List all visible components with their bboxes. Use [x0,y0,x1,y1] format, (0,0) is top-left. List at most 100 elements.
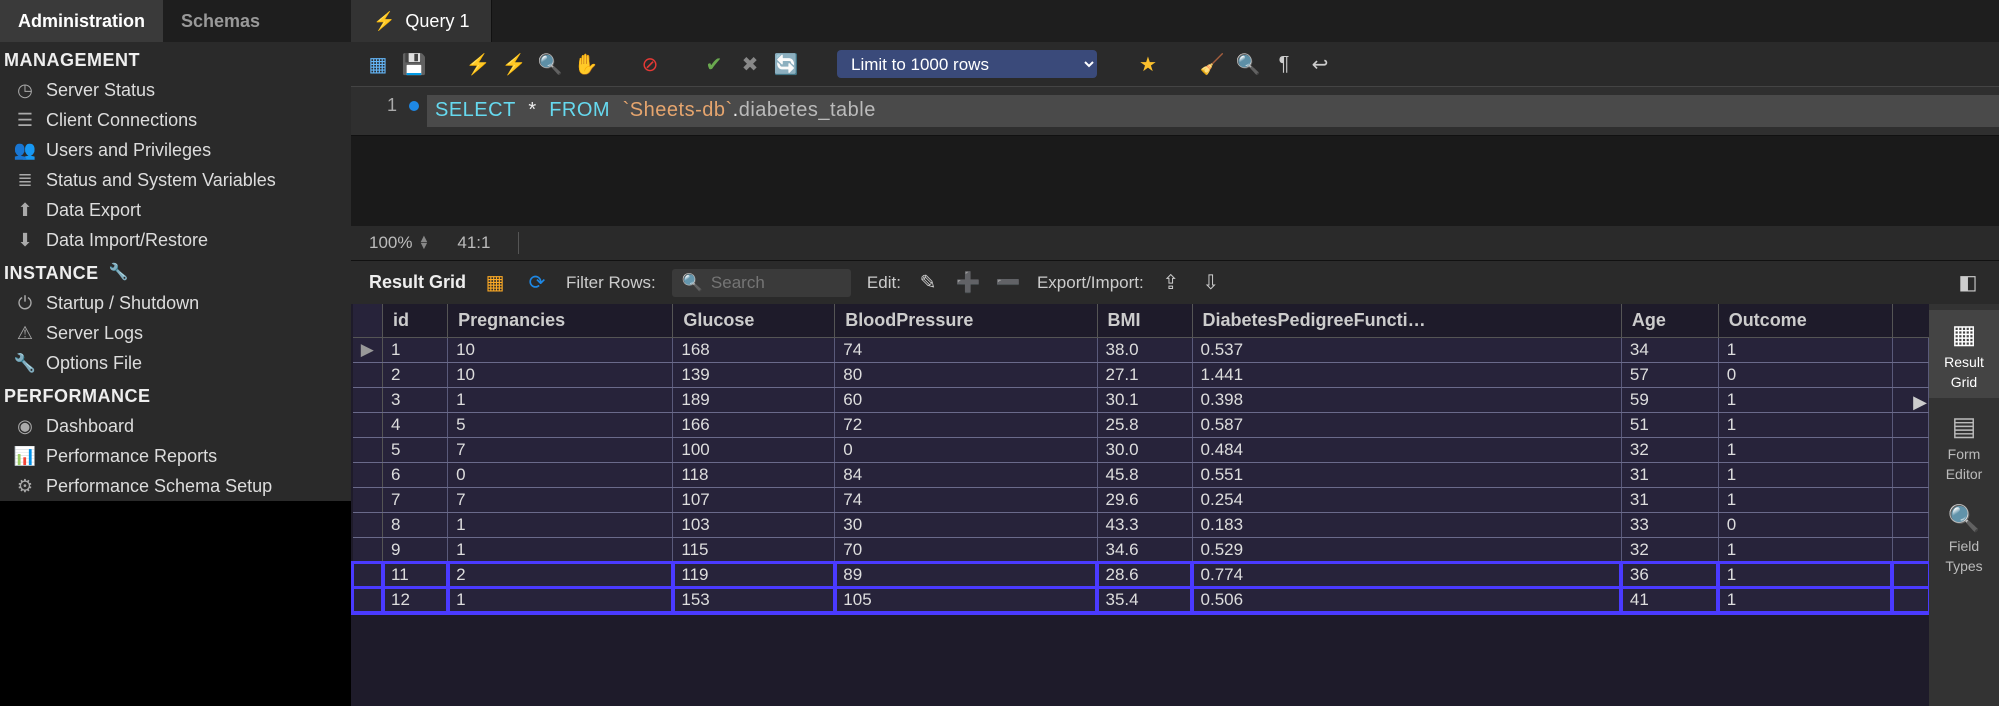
table-row[interactable]: 601188445.80.551311 [353,463,1929,488]
cell[interactable]: 8 [383,513,448,538]
table-row[interactable]: 57100030.00.484321 [353,438,1929,463]
column-header[interactable]: Age [1621,304,1718,338]
sidebar-item[interactable]: 📊Performance Reports [0,441,351,471]
wrap-icon[interactable]: ↩ [1307,51,1333,77]
commit-icon[interactable]: ✔ [701,51,727,77]
cell[interactable]: 0 [448,463,673,488]
column-header[interactable]: Pregnancies [448,304,673,338]
cell[interactable]: 36 [1621,563,1718,588]
cell[interactable]: 70 [835,538,1097,563]
cell[interactable]: 107 [673,488,835,513]
find-icon[interactable]: 🔍 [1235,51,1261,77]
cell[interactable]: 89 [835,563,1097,588]
edit-row-icon[interactable]: ✎ [915,270,941,296]
cell[interactable]: 3 [383,388,448,413]
refresh-icon[interactable]: ⟳ [524,270,550,296]
cell[interactable]: 59 [1621,388,1718,413]
cell[interactable]: 30.1 [1097,388,1192,413]
cell[interactable]: 72 [835,413,1097,438]
cell[interactable]: 1 [1718,488,1892,513]
cell[interactable]: 1 [1718,588,1892,613]
sidebar-item[interactable]: ☰Client Connections [0,105,351,135]
sidebar-item[interactable]: ≣Status and System Variables [0,165,351,195]
panel-toggle-icon[interactable]: ◧ [1955,270,1981,296]
expand-handle-icon[interactable]: ▶ [1913,392,1927,413]
column-header[interactable]: DiabetesPedigreeFuncti… [1192,304,1621,338]
cell[interactable]: 2 [448,563,673,588]
cell[interactable]: 0.551 [1192,463,1621,488]
sidebar-item[interactable]: ⚠Server Logs [0,318,351,348]
cell[interactable]: 0.774 [1192,563,1621,588]
cell[interactable]: 7 [383,488,448,513]
cell[interactable]: 0 [1718,513,1892,538]
cell[interactable]: 32 [1621,538,1718,563]
cell[interactable]: 0.506 [1192,588,1621,613]
cell[interactable]: 31 [1621,463,1718,488]
tab-schemas[interactable]: Schemas [163,0,278,42]
row-indicator[interactable] [353,338,383,363]
cell[interactable]: 80 [835,363,1097,388]
cell[interactable]: 1 [448,588,673,613]
column-header[interactable]: BMI [1097,304,1192,338]
cell[interactable]: 30 [835,513,1097,538]
cell[interactable]: 0.254 [1192,488,1621,513]
row-limit-select[interactable]: Limit to 1000 rows [837,50,1097,78]
cell[interactable]: 51 [1621,413,1718,438]
cell[interactable]: 115 [673,538,835,563]
cell[interactable]: 166 [673,413,835,438]
cell[interactable]: 1.441 [1192,363,1621,388]
zoom-level[interactable]: 100% ▲▼ [369,233,429,253]
cell[interactable]: 35.4 [1097,588,1192,613]
column-header[interactable]: id [383,304,448,338]
export-icon[interactable]: ⇪ [1158,270,1184,296]
table-row[interactable]: 811033043.30.183330 [353,513,1929,538]
cell[interactable]: 1 [1718,388,1892,413]
delete-row-icon[interactable]: ➖ [995,270,1021,296]
sidebar-item[interactable]: ⚙Performance Schema Setup [0,471,351,501]
cell[interactable]: 0.183 [1192,513,1621,538]
row-indicator[interactable] [353,413,383,438]
cell[interactable]: 9 [383,538,448,563]
sidebar-item[interactable]: 🔧Options File [0,348,351,378]
table-row[interactable]: 771077429.60.254311 [353,488,1929,513]
cell[interactable]: 7 [448,438,673,463]
cell[interactable]: 5 [383,438,448,463]
autocommit-icon[interactable]: 🔄 [773,51,799,77]
table-row[interactable]: 12115310535.40.506411 [353,588,1929,613]
cell[interactable]: 1 [1718,338,1892,363]
sql-code[interactable]: SELECT * FROM `Sheets-db`.diabetes_table [427,95,1999,127]
cell[interactable]: 10 [448,338,673,363]
rollback-icon[interactable]: ✖ [737,51,763,77]
sidebar-item[interactable]: ◉Dashboard [0,411,351,441]
sidebar-item[interactable]: ◷Server Status [0,75,351,105]
row-indicator[interactable] [353,488,383,513]
cell[interactable]: 25.8 [1097,413,1192,438]
sidebar-item[interactable]: 👥Users and Privileges [0,135,351,165]
cell[interactable]: 2 [383,363,448,388]
cell[interactable]: 41 [1621,588,1718,613]
cell[interactable]: 31 [1621,488,1718,513]
execute-icon[interactable]: ⚡ [465,51,491,77]
add-row-icon[interactable]: ➕ [955,270,981,296]
cell[interactable]: 60 [835,388,1097,413]
cell[interactable]: 0.537 [1192,338,1621,363]
unknown-red-icon[interactable]: ⊘ [637,51,663,77]
vpalette-item[interactable]: ▤FormEditor [1929,402,1999,490]
sidebar-item[interactable]: ⏻Startup / Shutdown [0,288,351,318]
cell[interactable]: 38.0 [1097,338,1192,363]
cell[interactable]: 1 [448,513,673,538]
cell[interactable]: 34 [1621,338,1718,363]
cell[interactable]: 0.484 [1192,438,1621,463]
explain-icon[interactable]: 🔍 [537,51,563,77]
cell[interactable]: 1 [1718,413,1892,438]
sidebar-item[interactable]: ⬇Data Import/Restore [0,225,351,255]
cell[interactable]: 0.398 [1192,388,1621,413]
cell[interactable]: 5 [448,413,673,438]
cell[interactable]: 74 [835,488,1097,513]
table-row[interactable]: 451667225.80.587511 [353,413,1929,438]
table-row[interactable]: 1121198928.60.774361 [353,563,1929,588]
cell[interactable]: 1 [383,338,448,363]
result-grid[interactable]: idPregnanciesGlucoseBloodPressureBMIDiab… [351,304,1929,706]
sidebar-item[interactable]: ⬆Data Export [0,195,351,225]
open-file-icon[interactable]: ▦ [365,51,391,77]
